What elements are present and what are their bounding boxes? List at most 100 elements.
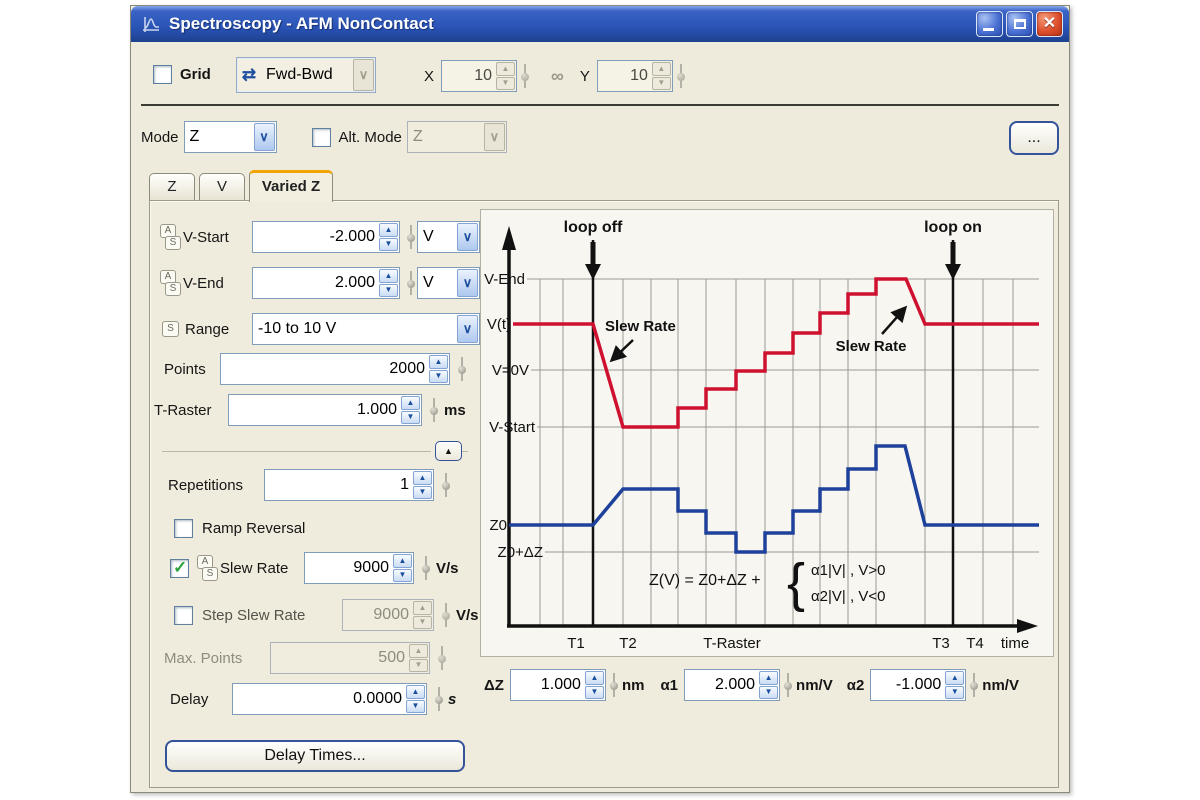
spin-down-icon[interactable]: ▼ — [585, 686, 604, 700]
slew-rate-checkbox[interactable] — [170, 559, 189, 578]
close-button[interactable]: ✕ — [1036, 11, 1063, 37]
chevron-down-icon[interactable]: ∨ — [457, 315, 478, 343]
dz-drag-handle[interactable] — [609, 672, 619, 698]
spin-down-icon[interactable]: ▼ — [429, 370, 448, 384]
step-slew-rate-label: Step Slew Rate — [202, 607, 305, 624]
delay-drag-handle[interactable] — [434, 686, 444, 712]
svg-text:Slew Rate: Slew Rate — [836, 338, 907, 355]
spin-up-icon[interactable]: ▲ — [759, 671, 778, 685]
set-button[interactable]: S — [165, 236, 181, 250]
chevron-down-icon[interactable]: ∨ — [457, 223, 478, 251]
a2-input[interactable]: -1.000 ▲▼ — [870, 669, 966, 701]
spin-up-icon[interactable]: ▲ — [945, 671, 964, 685]
delay-row: Delay 0.0000 ▲▼ s — [170, 681, 208, 717]
v-end-drag-handle[interactable] — [406, 270, 416, 296]
x-spin-up-icon[interactable]: ▲ — [496, 62, 515, 76]
set-button[interactable]: S — [202, 567, 218, 581]
mode-combobox[interactable]: Z ∨ — [184, 121, 277, 153]
spectroscopy-dialog: Spectroscopy - AFM NonContact ✕ Grid ⇄ F… — [130, 5, 1070, 793]
t-raster-drag-handle[interactable] — [429, 397, 439, 423]
spin-up-icon[interactable]: ▲ — [585, 671, 604, 685]
spin-up-icon[interactable]: ▲ — [401, 396, 420, 410]
spin-up-icon[interactable]: ▲ — [379, 269, 398, 283]
v-end-input[interactable]: 2.000 ▲▼ — [252, 267, 400, 299]
spin-down-icon[interactable]: ▼ — [401, 411, 420, 425]
tab-z[interactable]: Z — [149, 173, 195, 201]
a2-drag-handle[interactable] — [969, 672, 979, 698]
spin-down-icon: ▼ — [409, 659, 428, 673]
maximize-button[interactable] — [1006, 11, 1033, 37]
repetitions-input[interactable]: 1 ▲▼ — [264, 469, 434, 501]
v-start-unit-combobox[interactable]: V ∨ — [417, 221, 480, 253]
spin-down-icon[interactable]: ▼ — [413, 486, 432, 500]
v-start-input[interactable]: -2.000 ▲▼ — [252, 221, 400, 253]
spin-down-icon[interactable]: ▼ — [759, 686, 778, 700]
slew-rate-drag-handle[interactable] — [421, 555, 431, 581]
a1-unit: nm/V — [796, 677, 833, 694]
delay-input[interactable]: 0.0000 ▲▼ — [232, 683, 427, 715]
step-slew-rate-checkbox[interactable] — [174, 606, 193, 625]
chevron-down-icon[interactable]: ∨ — [254, 123, 275, 151]
alt-mode-checkbox[interactable] — [312, 128, 331, 147]
divider-line — [462, 451, 468, 452]
y-input[interactable]: 10 ▲▼ — [597, 60, 673, 92]
a1-input[interactable]: 2.000 ▲▼ — [684, 669, 780, 701]
slew-rate-auto-set-buttons[interactable]: A S — [197, 555, 218, 581]
axes — [502, 226, 1038, 633]
spin-up-icon[interactable]: ▲ — [393, 554, 412, 568]
t-raster-label: T-Raster — [154, 402, 212, 419]
slew-rate-input[interactable]: 9000 ▲▼ — [304, 552, 414, 584]
loop-on-marker: loop on — [924, 219, 982, 626]
v-end-unit-combobox[interactable]: V ∨ — [417, 267, 480, 299]
more-options-button[interactable]: ... — [1009, 121, 1059, 155]
ramp-reversal-checkbox[interactable] — [174, 519, 193, 538]
spin-down-icon[interactable]: ▼ — [393, 569, 412, 583]
dz-input[interactable]: 1.000 ▲▼ — [510, 669, 606, 701]
spin-up-icon[interactable]: ▲ — [379, 223, 398, 237]
v-start-auto-set-buttons[interactable]: A S — [160, 224, 181, 250]
spin-up-icon[interactable]: ▲ — [429, 355, 448, 369]
spin-down-icon[interactable]: ▼ — [379, 238, 398, 252]
range-combobox[interactable]: -10 to 10 V ∨ — [252, 313, 480, 345]
t-raster-input[interactable]: 1.000 ▲▼ — [228, 394, 422, 426]
minimize-button[interactable] — [976, 11, 1003, 37]
collapse-button[interactable]: ▲ — [435, 441, 462, 461]
points-row: Points 2000 ▲▼ — [164, 351, 206, 387]
a1-drag-handle[interactable] — [783, 672, 793, 698]
set-button[interactable]: S — [165, 282, 181, 296]
repetitions-drag-handle[interactable] — [441, 472, 451, 498]
x-drag-handle[interactable] — [520, 63, 530, 89]
points-drag-handle[interactable] — [457, 356, 467, 382]
spin-down-icon[interactable]: ▼ — [379, 284, 398, 298]
grid-toolbar-row: Grid — [153, 56, 211, 92]
spin-up-icon[interactable]: ▲ — [413, 471, 432, 485]
tab-varied-z[interactable]: Varied Z — [249, 170, 333, 202]
chevron-down-icon[interactable]: ∨ — [457, 269, 478, 297]
delay-times-button[interactable]: Delay Times... — [165, 740, 465, 772]
spin-down-icon[interactable]: ▼ — [945, 686, 964, 700]
v-end-auto-set-buttons[interactable]: A S — [160, 270, 181, 296]
grid-checkbox[interactable] — [153, 65, 172, 84]
tab-v[interactable]: V — [199, 173, 245, 201]
z-parameters-row: ΔZ 1.000 ▲▼ nm α1 2.000 ▲▼ nm/V α2 -1.00… — [484, 667, 1058, 703]
y-spin-up-icon[interactable]: ▲ — [652, 62, 671, 76]
slew-rate-unit: V/s — [436, 560, 459, 577]
formula-main: Z(V) = Z0+ΔZ + — [649, 572, 761, 589]
x-input[interactable]: 10 ▲▼ — [441, 60, 517, 92]
y-drag-handle[interactable] — [676, 63, 686, 89]
titlebar[interactable]: Spectroscopy - AFM NonContact ✕ — [131, 6, 1069, 42]
ramp-reversal-label: Ramp Reversal — [202, 520, 305, 537]
x-spin-down-icon[interactable]: ▼ — [496, 77, 515, 91]
chevron-down-icon[interactable]: ∨ — [353, 59, 374, 91]
set-button[interactable]: S — [162, 321, 179, 337]
x-label-t4: T4 — [966, 635, 984, 652]
spin-up-icon[interactable]: ▲ — [406, 685, 425, 699]
v-start-drag-handle[interactable] — [406, 224, 416, 250]
y-spin-down-icon[interactable]: ▼ — [652, 77, 671, 91]
direction-combobox[interactable]: ⇄ Fwd-Bwd ∨ — [236, 57, 376, 93]
link-xy-icon: ∞ — [551, 66, 564, 87]
mode-label: Mode — [141, 129, 179, 146]
varied-z-panel: A S V-Start -2.000 ▲▼ V ∨ A S — [149, 200, 1059, 788]
spin-down-icon[interactable]: ▼ — [406, 700, 425, 714]
points-input[interactable]: 2000 ▲▼ — [220, 353, 450, 385]
